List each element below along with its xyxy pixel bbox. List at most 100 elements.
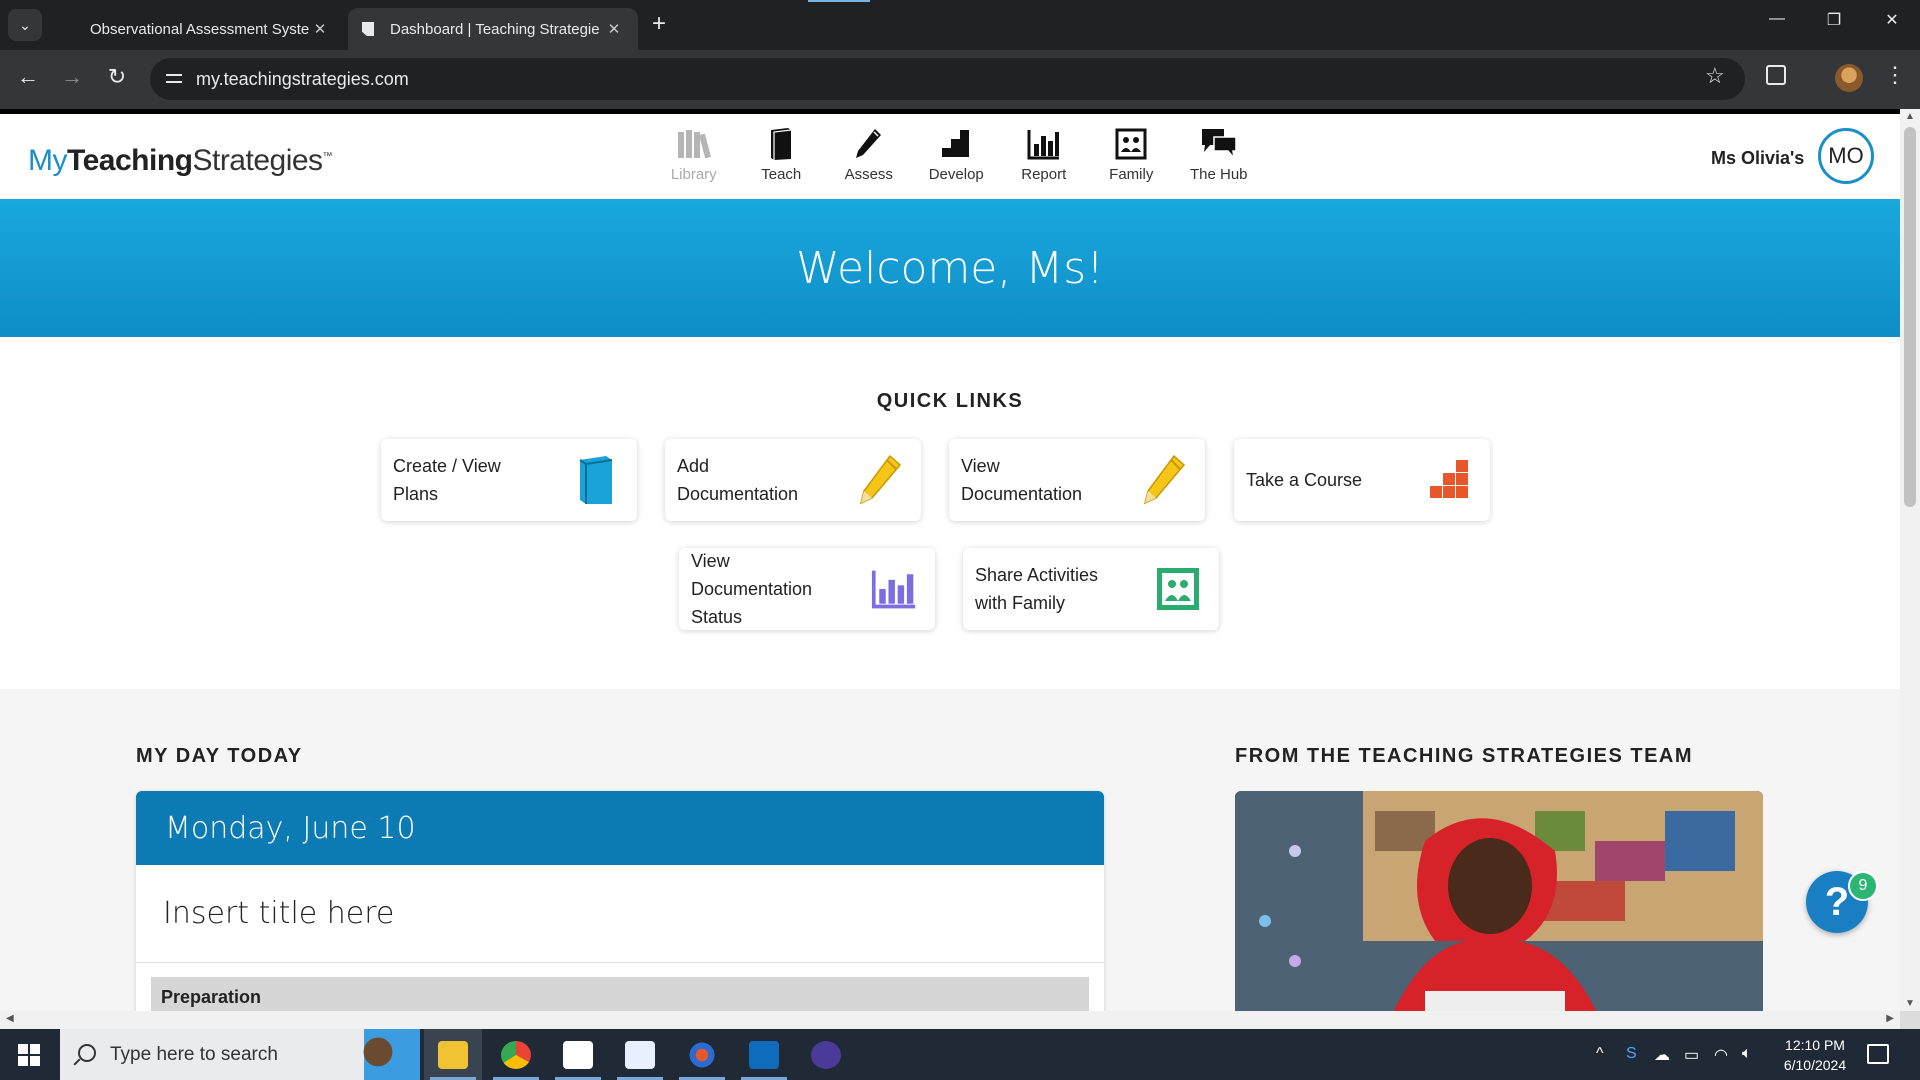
scroll-down-arrow-icon[interactable]: ▼: [1905, 998, 1915, 1009]
file-explorer-app[interactable]: [424, 1029, 482, 1080]
system-clock[interactable]: 12:10 PM 6/10/2024: [1770, 1035, 1860, 1075]
user-avatar[interactable]: MO: [1818, 128, 1874, 184]
close-window-icon[interactable]: ✕: [1872, 10, 1912, 30]
my-teaching-strategies-logo[interactable]: MyTeachingStrategies™: [28, 144, 333, 178]
taskbar-app-4[interactable]: [611, 1029, 669, 1080]
quick-link-view-documentation[interactable]: View Documentation: [949, 439, 1205, 521]
vertical-scroll-thumb[interactable]: [1904, 127, 1916, 507]
scroll-up-arrow-icon[interactable]: ▲: [1905, 111, 1915, 122]
quick-link-label: Take a Course: [1246, 470, 1363, 490]
outlook-app[interactable]: [735, 1029, 793, 1080]
welcome-text: Welcome, Ms!: [796, 242, 1104, 294]
taskbar-app-5[interactable]: [673, 1029, 731, 1080]
quick-link-create-view-plans[interactable]: Create / View Plans: [381, 439, 637, 521]
preparation-section-header[interactable]: Preparation: [151, 977, 1089, 1011]
nav-family[interactable]: Family: [1088, 126, 1176, 183]
user-name[interactable]: Ms Olivia's: [1711, 148, 1804, 169]
volume-icon[interactable]: 🔈︎: [1742, 1045, 1752, 1063]
label-line: Add: [677, 456, 710, 476]
chat-bubbles-icon: [1200, 126, 1238, 162]
nav-the-hub[interactable]: The Hub: [1175, 126, 1263, 183]
scrollbar-corner: [1900, 1011, 1920, 1029]
taskbar-app-3[interactable]: [549, 1029, 607, 1080]
extensions-puzzle-icon[interactable]: [1766, 65, 1786, 85]
windows-taskbar: Type here to search ^ S ☁ ▭ ◠ 🔈︎ 12:10 P…: [0, 1029, 1920, 1080]
browser-menu-kebab-icon[interactable]: ⋮: [1884, 62, 1906, 88]
panel-app-icon: [625, 1040, 655, 1069]
nav-label: Report: [1021, 166, 1067, 183]
forward-arrow-icon[interactable]: →: [56, 64, 88, 90]
reload-icon[interactable]: ↻: [101, 64, 133, 90]
address-bar[interactable]: my.teachingstrategies.com: [150, 58, 1745, 100]
label-line: View: [961, 456, 1000, 476]
url-text: my.teachingstrategies.com: [196, 68, 409, 89]
scroll-left-arrow-icon[interactable]: ◀: [6, 1013, 14, 1024]
wifi-icon[interactable]: ◠: [1714, 1045, 1728, 1065]
onedrive-cloud-icon[interactable]: ☁: [1654, 1045, 1670, 1065]
day-entry-title[interactable]: Insert title here: [136, 865, 1104, 963]
browser-profile-avatar[interactable]: [1835, 64, 1863, 92]
nav-assess[interactable]: Assess: [825, 126, 913, 183]
restore-icon[interactable]: ❐: [1814, 10, 1854, 30]
clock-date: 6/10/2024: [1783, 1057, 1847, 1073]
day-date-header: Monday, June 10: [136, 791, 1104, 865]
nav-label: Library: [670, 166, 717, 183]
horizontal-scrollbar[interactable]: ◀ ▶: [0, 1011, 1900, 1029]
team-section-title: FROM THE TEACHING STRATEGIES TEAM: [1235, 745, 1694, 767]
browser-tab-active[interactable]: Dashboard | Teaching Strategie ✕: [348, 8, 638, 50]
quick-link-label: Add Documentation: [677, 452, 857, 508]
nav-label: Assess: [844, 166, 893, 183]
yellow-pencil-icon: [1141, 454, 1187, 506]
nav-report[interactable]: Report: [1000, 126, 1088, 183]
browser-tab-inactive[interactable]: Observational Assessment Syste ✕: [60, 8, 344, 50]
browser-tab-bar: ⌄ Observational Assessment Syste ✕ Dashb…: [0, 0, 1920, 50]
label-line: Documentation: [677, 484, 799, 504]
new-tab-plus-icon[interactable]: +: [652, 10, 666, 38]
tab-close-icon[interactable]: ✕: [310, 20, 330, 38]
tray-app-s-icon[interactable]: S: [1626, 1045, 1637, 1063]
logo-trademark: ™: [322, 151, 333, 162]
blue-book-icon: [573, 454, 619, 506]
taskbar-search-placeholder: Type here to search: [110, 1043, 278, 1065]
label-line: Share Activities: [975, 565, 1099, 585]
library-icon: [676, 126, 712, 162]
tab-search-button[interactable]: ⌄: [8, 9, 42, 41]
quick-link-take-a-course[interactable]: Take a Course: [1234, 439, 1490, 521]
battery-icon[interactable]: ▭: [1684, 1045, 1699, 1065]
nav-teach[interactable]: Teach: [738, 126, 826, 183]
scroll-right-arrow-icon[interactable]: ▶: [1886, 1013, 1894, 1024]
vertical-scrollbar[interactable]: ▲ ▼: [1900, 109, 1920, 1011]
yellow-pencil-icon: [857, 454, 903, 506]
site-settings-icon[interactable]: [164, 70, 184, 88]
nav-label: Family: [1109, 166, 1154, 183]
search-highlight-art: [350, 1029, 420, 1080]
windows-start-icon[interactable]: [18, 1044, 40, 1066]
logo-teaching: Teaching: [67, 144, 193, 177]
bookmark-star-icon[interactable]: ☆: [1705, 63, 1725, 89]
browser-toolbar: ← → ↻ my.teachingstrategies.com ☆ ⋮: [0, 50, 1920, 109]
folder-icon: [438, 1040, 468, 1069]
back-arrow-icon[interactable]: ←: [12, 64, 44, 90]
tab-title: Observational Assessment Syste: [90, 20, 310, 38]
app-header: MyTeachingStrategies™ Library Teach Asse…: [0, 109, 1900, 199]
chrome-app[interactable]: [487, 1029, 545, 1080]
label-line: Create / View: [393, 456, 501, 476]
nav-library[interactable]: Library: [650, 126, 738, 183]
entry-title-text: Insert title here: [163, 896, 395, 931]
team-feature-image[interactable]: [1235, 791, 1763, 1011]
notification-center-icon[interactable]: [1867, 1044, 1889, 1064]
tab-close-icon[interactable]: ✕: [604, 20, 624, 38]
family-photo-icon: [1115, 126, 1147, 162]
welcome-banner: Welcome, Ms!: [0, 199, 1900, 337]
main-navigation: Library Teach Assess Develop Report Fami…: [650, 126, 1263, 183]
quick-link-view-documentation-status[interactable]: View Documentation Status: [679, 548, 935, 630]
quick-link-add-documentation[interactable]: Add Documentation: [665, 439, 921, 521]
nav-develop[interactable]: Develop: [913, 126, 1001, 183]
taskbar-app-7[interactable]: [797, 1029, 855, 1080]
minimize-icon[interactable]: —: [1757, 10, 1797, 28]
taskbar-search-box[interactable]: Type here to search: [60, 1029, 420, 1080]
my-day-title: MY DAY TODAY: [136, 745, 303, 767]
label-line: Plans: [393, 484, 439, 504]
quick-link-share-activities-with-family[interactable]: Share Activities with Family: [963, 548, 1219, 630]
tray-overflow-chevron-icon[interactable]: ^: [1596, 1045, 1604, 1063]
